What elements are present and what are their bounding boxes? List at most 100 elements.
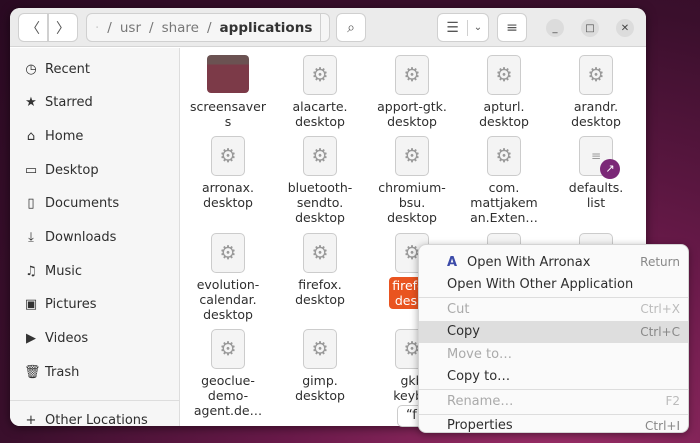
close-button[interactable]: ✕: [616, 19, 634, 37]
sidebar-item-label: Home: [45, 128, 84, 144]
file-name: arronax. desktop: [201, 180, 255, 210]
clock-icon: ◷: [25, 61, 37, 77]
breadcrumb: ·/ usr/ share/ applications ⋮: [86, 13, 345, 42]
breadcrumb-usr[interactable]: usr: [120, 20, 141, 36]
file-name: geoclue- demo- agent.de…: [193, 373, 263, 418]
file-item[interactable]: ⚙ arandr. desktop: [550, 55, 642, 129]
header-bar: 〈 〉 ·/ usr/ share/ applications ⋮ ⌕ ☰ ⌄ …: [10, 8, 646, 47]
breadcrumb-share[interactable]: share: [162, 20, 199, 36]
menu-item-move-to[interactable]: Move to…: [419, 343, 688, 365]
sidebar-item-desktop[interactable]: ▭ Desktop: [10, 156, 180, 184]
file-name: firefox. desktop: [295, 277, 345, 307]
sidebar-item-recent[interactable]: ◷ Recent: [10, 55, 180, 83]
file-item[interactable]: ⚙ gimp. desktop: [274, 329, 366, 403]
menu-item-label: Move to…: [447, 346, 513, 362]
file-name: arandr. desktop: [571, 99, 621, 129]
back-button[interactable]: 〈: [18, 13, 48, 42]
menu-item-copy[interactable]: Copy Ctrl+C: [419, 320, 688, 343]
menu-item-properties[interactable]: Properties Ctrl+I: [419, 415, 688, 437]
file-name: screensaver s: [190, 99, 266, 129]
file-item[interactable]: ≡ ↗ defaults. list: [550, 136, 642, 210]
sidebar-item-downloads[interactable]: ⤓ Downloads: [10, 224, 180, 252]
chevron-down-icon[interactable]: ⌄: [468, 22, 488, 33]
menu-item-label: Copy to…: [447, 369, 511, 384]
gear-icon: ⚙: [487, 136, 521, 176]
search-button[interactable]: ⌕: [336, 13, 366, 42]
menu-item-shortcut: Ctrl+X: [640, 302, 680, 316]
home-icon: ⌂: [26, 128, 36, 144]
video-icon: ▶: [26, 331, 36, 347]
download-icon: ⤓: [28, 230, 34, 245]
picture-icon: ▣: [24, 297, 38, 313]
file-name: defaults. list: [568, 180, 624, 210]
file-item[interactable]: ⚙ geoclue- demo- agent.de…: [182, 329, 274, 418]
arronax-icon: A: [447, 254, 458, 270]
menu-item-rename[interactable]: Rename… F2: [419, 390, 688, 412]
forward-button[interactable]: 〉: [48, 13, 78, 42]
file-item[interactable]: ⚙ apturl. desktop: [458, 55, 550, 129]
text-file-icon: ≡ ↗: [579, 136, 620, 179]
gear-icon: ⚙: [211, 233, 245, 273]
sidebar-item-pictures[interactable]: ▣ Pictures: [10, 291, 180, 319]
music-icon: ♫: [25, 263, 37, 279]
menu-item-open-with-other-application[interactable]: Open With Other Application: [419, 274, 688, 296]
desktop-icon: ▭: [24, 162, 38, 178]
main-menu-button[interactable]: ≡: [497, 13, 527, 42]
sidebar-item-other-locations[interactable]: + Other Locations: [10, 406, 180, 427]
hamburger-icon: ≡: [506, 19, 518, 36]
gear-icon: ⚙: [487, 55, 521, 95]
menu-item-label: Copy: [447, 324, 480, 339]
sidebar-item-documents[interactable]: ▯ Documents: [10, 190, 180, 218]
file-name: alacarte. desktop: [292, 99, 348, 129]
file-item[interactable]: ⚙ arronax. desktop: [182, 136, 274, 210]
gear-icon: ⚙: [211, 329, 245, 369]
menu-item-cut[interactable]: Cut Ctrl+X: [419, 298, 688, 320]
root-segment[interactable]: ·: [95, 20, 99, 36]
sidebar-item-trash[interactable]: 🗑 Trash: [10, 358, 180, 386]
gear-icon: ⚙: [395, 136, 429, 176]
gear-icon: ⚙: [303, 55, 337, 95]
file-item[interactable]: ⚙ firefox. desktop: [274, 233, 366, 307]
menu-item-shortcut: Return: [640, 255, 680, 269]
view-toggle[interactable]: ☰ ⌄: [437, 13, 489, 42]
file-item[interactable]: screensaver s: [182, 55, 274, 129]
sidebar-item-home[interactable]: ⌂ Home: [10, 122, 180, 150]
sidebar-item-label: Videos: [45, 331, 89, 347]
sidebar-item-label: Recent: [45, 61, 90, 77]
gear-icon: ⚙: [303, 136, 337, 176]
sidebar-item-label: Music: [45, 263, 82, 279]
sidebar-item-label: Trash: [45, 364, 80, 380]
sidebar-item-starred[interactable]: ★ Starred: [10, 89, 180, 117]
sidebar-item-videos[interactable]: ▶ Videos: [10, 325, 180, 353]
maximize-button[interactable]: □: [581, 19, 599, 37]
menu-item-shortcut: F2: [665, 394, 680, 408]
file-item[interactable]: ⚙ evolution- calendar. desktop: [182, 233, 274, 322]
gear-icon: ⚙: [395, 55, 429, 95]
breadcrumb-applications[interactable]: applications: [220, 20, 313, 36]
menu-item-copy-to[interactable]: Copy to…: [419, 366, 688, 388]
sidebar-item-music[interactable]: ♫ Music: [10, 257, 180, 285]
document-icon: ▯: [27, 196, 35, 212]
menu-item-shortcut: Ctrl+I: [645, 418, 680, 433]
plus-icon: +: [25, 412, 37, 427]
file-item[interactable]: ⚙ alacarte. desktop: [274, 55, 366, 129]
menu-item-open-with-arronax[interactable]: A Open With Arronax Return: [419, 251, 688, 273]
file-item[interactable]: ⚙ com. mattjakem an.Exten…: [458, 136, 550, 225]
file-name: gimp. desktop: [295, 373, 345, 403]
file-name: bluetooth- sendto. desktop: [287, 180, 353, 225]
search-icon: ⌕: [347, 19, 355, 36]
list-view-icon[interactable]: ☰: [438, 19, 468, 36]
sidebar-item-label: Starred: [45, 95, 93, 111]
sidebar-item-label: Documents: [45, 196, 120, 212]
file-item[interactable]: ⚙ chromium- bsu. desktop: [366, 136, 458, 225]
minimize-button[interactable]: _: [546, 19, 564, 37]
menu-item-shortcut: Ctrl+C: [640, 324, 680, 339]
sidebar-item-label: Other Locations: [45, 412, 148, 427]
gear-icon: ⚙: [579, 55, 613, 95]
star-icon: ★: [25, 95, 37, 111]
sidebar-item-label: Desktop: [45, 162, 99, 178]
file-name: com. mattjakem an.Exten…: [470, 180, 538, 225]
file-item[interactable]: ⚙ bluetooth- sendto. desktop: [274, 136, 366, 225]
file-item[interactable]: ⚙ apport-gtk. desktop: [366, 55, 458, 129]
gear-icon: ⚙: [303, 233, 337, 273]
